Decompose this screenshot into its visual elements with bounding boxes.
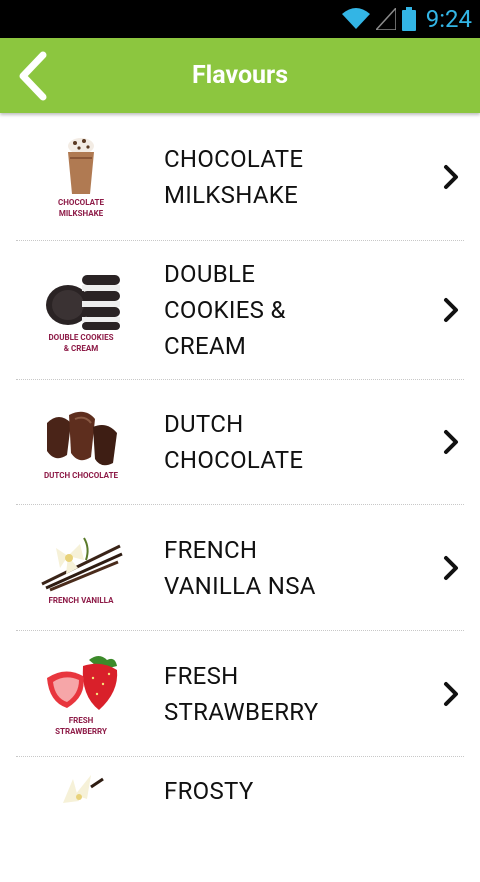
app-bar: Flavours: [0, 38, 480, 113]
chocolate-curls-icon: [47, 411, 117, 465]
flavour-thumbnail: [16, 773, 146, 813]
flavour-name-line-3: CREAM: [164, 332, 247, 360]
flavour-thumbnail: CHOCOLATE MILKSHAKE: [16, 136, 146, 218]
list-item-chocolate-milkshake[interactable]: CHOCOLATE MILKSHAKE CHOCOLATE MILKSHAKE: [16, 113, 464, 241]
list-item-frosty[interactable]: FROSTY: [16, 757, 464, 882]
flavour-name-line-1: FROSTY: [164, 777, 254, 805]
status-time: 9:24: [425, 5, 472, 33]
vanilla-flower-icon: [41, 537, 123, 592]
chevron-right-icon: [444, 430, 458, 454]
milkshake-icon: [68, 137, 94, 194]
chevron-right-icon: [444, 681, 458, 706]
status-bar: 9:24: [0, 0, 480, 38]
strawberry-icon: [47, 655, 118, 710]
flavour-thumbnail: DOUBLE COOKIES & CREAM: [16, 267, 146, 353]
flavour-name-line-1: CHOCOLATE: [164, 144, 304, 173]
flavour-name: CHOCOLATE MILKSHAKE: [146, 141, 464, 213]
list-item-french-vanilla-nsa[interactable]: FRENCH VANILLA FRENCH VANILLA NSA: [16, 505, 464, 631]
flavour-name: FRESH STRAWBERRY: [146, 658, 464, 730]
back-chevron-icon: [19, 51, 47, 101]
back-button[interactable]: [12, 51, 52, 101]
chevron-right-icon: [444, 164, 458, 189]
thumbnail-caption-1: FRESH: [68, 715, 94, 725]
flavour-thumbnail: FRENCH VANILLA: [16, 530, 146, 605]
frosty-thumbnail-icon: [63, 775, 104, 803]
flavour-name-line-1: DOUBLE: [164, 260, 256, 288]
flavour-name-line-1: FRENCH: [164, 535, 258, 564]
battery-icon: [401, 7, 416, 31]
thumbnail-caption-1: FRENCH VANILLA: [48, 596, 114, 605]
chevron-right-icon: [444, 555, 458, 580]
flavour-name-line-1: DUTCH: [164, 410, 244, 438]
flavour-name: DOUBLE COOKIES & CREAM: [146, 256, 464, 364]
page-title: Flavours: [191, 61, 289, 90]
thumbnail-caption-2: MILKSHAKE: [58, 208, 104, 218]
flavour-name-line-2: STRAWBERRY: [164, 697, 319, 726]
wifi-icon: [341, 8, 370, 29]
list-item-dutch-chocolate[interactable]: DUTCH CHOCOLATE DUTCH CHOCOLATE: [16, 380, 464, 505]
cookies-icon: [46, 275, 120, 330]
flavour-thumbnail: DUTCH CHOCOLATE: [16, 405, 146, 480]
flavour-name-line-2: MILKSHAKE: [164, 180, 299, 209]
flavour-name: FRENCH VANILLA NSA: [146, 532, 464, 604]
flavour-name-line-2: COOKIES &: [164, 296, 286, 324]
flavour-name-line-1: FRESH: [164, 661, 239, 690]
thumbnail-caption-1: DUTCH CHOCOLATE: [43, 470, 119, 480]
flavour-list: CHOCOLATE MILKSHAKE CHOCOLATE MILKSHAKE: [0, 113, 480, 882]
signal-icon: [375, 8, 396, 30]
thumbnail-caption-1: CHOCOLATE: [58, 197, 104, 207]
flavour-thumbnail: FRESH STRAWBERRY: [16, 652, 146, 736]
list-item-fresh-strawberry[interactable]: FRESH STRAWBERRY FRESH STRAWBERRY: [16, 631, 464, 757]
thumbnail-caption-1: DOUBLE COOKIES: [48, 333, 114, 342]
flavour-name: FROSTY: [146, 773, 464, 809]
thumbnail-caption-2: STRAWBERRY: [55, 726, 107, 736]
flavour-name: DUTCH CHOCOLATE: [146, 406, 464, 478]
flavour-name-line-2: CHOCOLATE: [164, 446, 304, 474]
chevron-right-icon: [444, 298, 458, 322]
list-item-double-cookies-cream[interactable]: DOUBLE COOKIES & CREAM DOUBLE COOKIES & …: [16, 241, 464, 380]
thumbnail-caption-2: & CREAM: [63, 344, 99, 353]
flavour-name-line-2: VANILLA NSA: [164, 571, 316, 600]
